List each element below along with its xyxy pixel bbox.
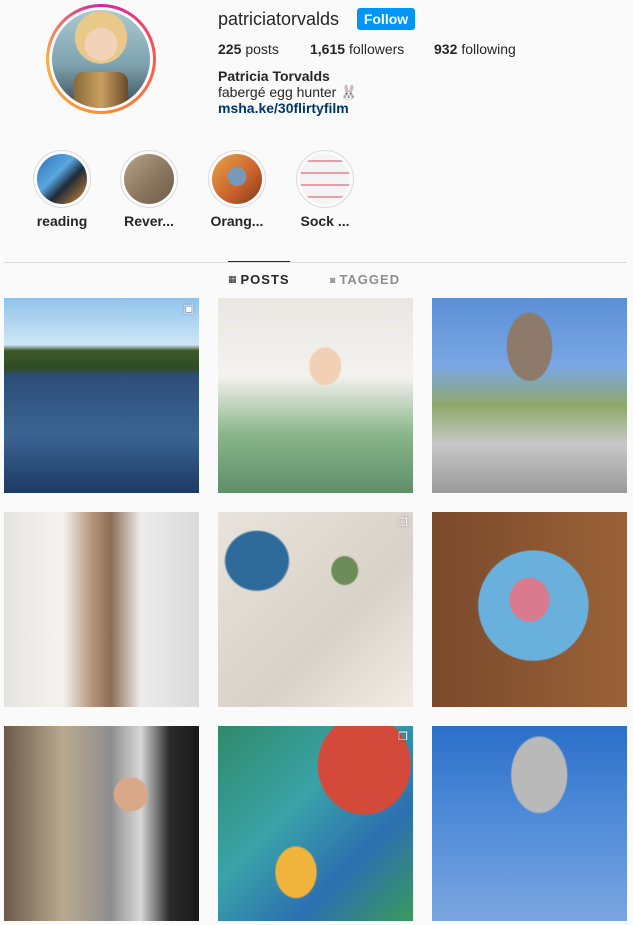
- posts-grid: ▣ ❐ ❐: [4, 298, 627, 921]
- highlight-ring: [33, 150, 91, 208]
- highlight-rever[interactable]: Rever...: [109, 150, 189, 229]
- highlight-ring: [296, 150, 354, 208]
- highlight-ring: [120, 150, 178, 208]
- profile-avatar-ring[interactable]: [46, 4, 156, 114]
- post-thumbnail[interactable]: ❐: [218, 512, 413, 707]
- highlight-ring: [208, 150, 266, 208]
- bio-link[interactable]: msha.ke/30flirtyfilm: [218, 100, 349, 116]
- profile-username: patriciatorvalds: [218, 9, 340, 29]
- tabs-divider: [4, 262, 627, 263]
- followers-link[interactable]: 1,615 followers: [310, 41, 404, 57]
- highlight-label: reading: [36, 213, 88, 229]
- carousel-icon: ❐: [398, 731, 408, 743]
- following-link[interactable]: 932 following: [434, 41, 516, 57]
- tag-icon: ◙: [330, 274, 337, 285]
- highlight-cover: [124, 154, 174, 204]
- posts-count-label: posts: [245, 41, 279, 57]
- post-thumbnail[interactable]: [4, 726, 199, 921]
- tab-posts[interactable]: ▦ POSTS: [228, 272, 290, 287]
- active-tab-indicator: [228, 261, 290, 262]
- highlight-sock[interactable]: Sock ...: [285, 150, 365, 229]
- followers-label: followers: [349, 41, 405, 57]
- carousel-icon: ❐: [398, 517, 408, 529]
- post-thumbnail[interactable]: ❐: [218, 726, 413, 921]
- profile-full-name: Patricia Torvalds: [218, 68, 330, 84]
- posts-count: 225 posts: [218, 41, 279, 57]
- posts-count-value: 225: [218, 41, 242, 57]
- highlight-label: Sock ...: [300, 213, 350, 229]
- highlight-reading[interactable]: reading: [22, 150, 102, 229]
- avatar-photo-detail: [74, 72, 128, 108]
- grid-icon: ▦: [228, 274, 238, 284]
- highlight-cover: [212, 154, 262, 204]
- post-thumbnail[interactable]: ▣: [4, 298, 199, 493]
- tab-tagged[interactable]: ◙ TAGGED: [330, 272, 400, 287]
- post-thumbnail[interactable]: [4, 512, 199, 707]
- highlight-cover: [300, 154, 350, 204]
- post-thumbnail[interactable]: [432, 512, 627, 707]
- highlight-label: Orang...: [210, 213, 264, 229]
- tab-tagged-label: TAGGED: [339, 272, 401, 287]
- profile-bio: fabergé egg hunter 🐰: [218, 84, 358, 100]
- post-thumbnail[interactable]: [432, 726, 627, 921]
- avatar: [52, 10, 150, 108]
- reel-icon: ▣: [183, 303, 194, 315]
- post-thumbnail[interactable]: [218, 298, 413, 493]
- tab-posts-label: POSTS: [240, 272, 290, 287]
- highlight-cover: [37, 154, 87, 204]
- highlight-orang[interactable]: Orang...: [197, 150, 277, 229]
- highlight-label: Rever...: [124, 213, 174, 229]
- avatar-frame: [49, 7, 153, 111]
- follow-button[interactable]: Follow: [357, 8, 415, 30]
- post-thumbnail[interactable]: [432, 298, 627, 493]
- following-count-value: 932: [434, 41, 458, 57]
- following-label: following: [461, 41, 516, 57]
- followers-count-value: 1,615: [310, 41, 346, 57]
